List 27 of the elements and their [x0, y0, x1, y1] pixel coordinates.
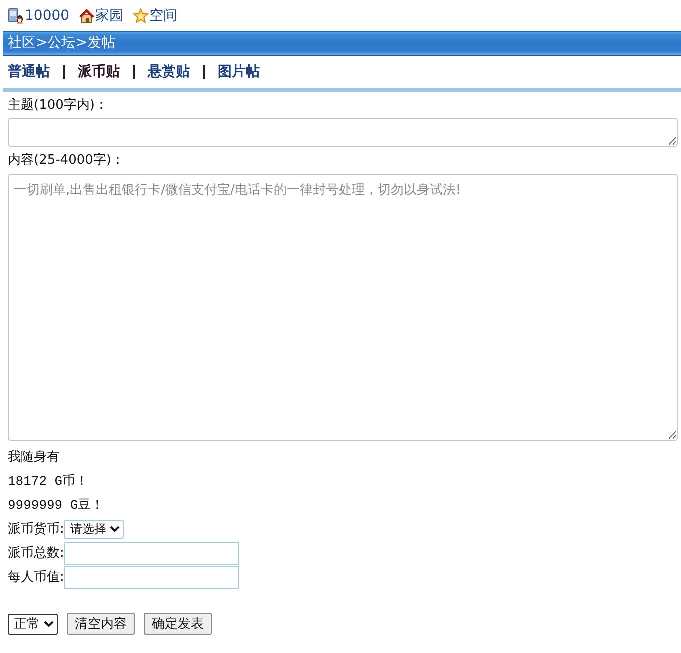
- currency-select[interactable]: 请选择: [64, 520, 124, 538]
- house-icon: [78, 8, 95, 24]
- content-field[interactable]: 一切刷单,出售出租银行卡/微信支付宝/电话卡的一律封号处理，切勿以身试法!: [8, 174, 678, 441]
- post-type-tab[interactable]: 图片帖: [218, 63, 260, 81]
- field-label: 每人币值:: [8, 569, 64, 586]
- field-label: 派币总数:: [8, 545, 64, 562]
- post-type-tab[interactable]: 派币贴: [78, 63, 120, 81]
- balance-text: 18172 G币！: [8, 473, 89, 490]
- post-type-tab[interactable]: 悬赏贴: [148, 63, 190, 81]
- form-button[interactable]: 清空内容: [67, 613, 135, 635]
- nav-link[interactable]: 空间: [150, 6, 178, 24]
- nav-link[interactable]: 家园: [96, 6, 124, 24]
- amount-field[interactable]: [64, 542, 240, 564]
- nav-link[interactable]: 10000: [25, 8, 70, 24]
- subject-field[interactable]: [8, 118, 678, 147]
- mode-select[interactable]: 正常: [8, 614, 58, 634]
- content-label: 内容(25-4000字)：: [8, 152, 126, 170]
- post-type-tab[interactable]: 普通帖: [8, 63, 50, 81]
- breadcrumb-bar: 社区>公坛>发帖: [3, 31, 681, 56]
- form-button[interactable]: 确定发表: [144, 613, 212, 635]
- balance-text: 9999999 G豆！: [8, 497, 104, 514]
- subject-label: 主题(100字内)：: [8, 97, 109, 115]
- star-icon: [132, 8, 149, 24]
- amount-field[interactable]: [64, 566, 240, 588]
- device-icon: [8, 8, 24, 24]
- field-label: 派币货币:: [8, 521, 64, 538]
- wallet-heading: 我随身有: [8, 449, 60, 466]
